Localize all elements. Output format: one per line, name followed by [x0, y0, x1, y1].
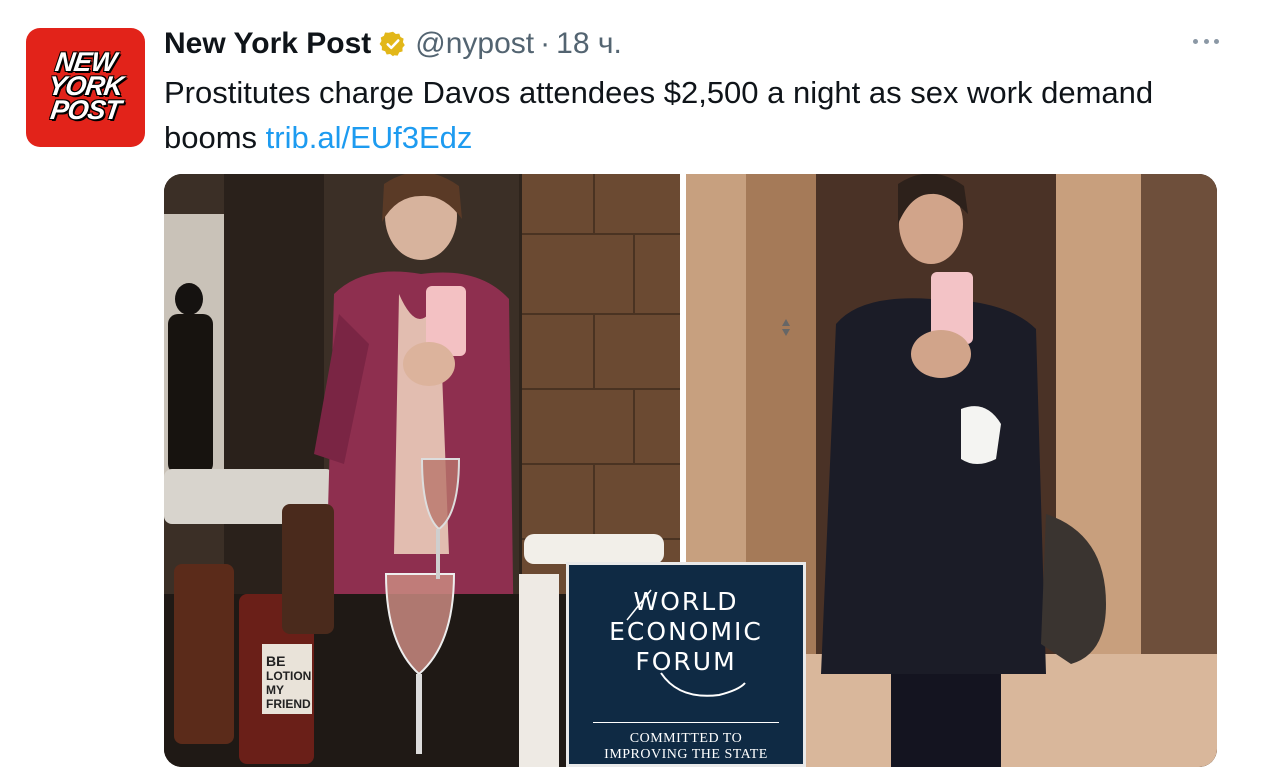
tweet-text: Prostitutes charge Davos attendees $2,50… [164, 70, 1224, 160]
more-dot [1193, 38, 1198, 44]
tweet-header: New York Post @nypost · 18 ч. [164, 24, 622, 64]
tweet-time[interactable]: 18 ч. [556, 27, 622, 61]
lotion-label-line-3: MY [266, 683, 284, 697]
lotion-label-line-4: FRIEND [266, 697, 311, 711]
wef-divider [593, 722, 779, 723]
wef-line-economic: ECONOMIC [609, 617, 763, 646]
wef-tagline-line-2: IMPROVING THE STATE [604, 747, 768, 762]
more-options-icon[interactable] [1193, 30, 1219, 52]
separator-dot: · [540, 27, 551, 60]
more-dot [1214, 38, 1219, 44]
avatar[interactable]: NEW YORK POST [26, 28, 145, 147]
avatar-logo-line-3: POST [48, 95, 123, 125]
tweet-media[interactable]: BE LOTION MY FRIEND WORLD ECONOMIC FORUM… [164, 174, 1217, 767]
wef-line-forum: FORUM [635, 647, 737, 676]
more-dot [1203, 38, 1209, 44]
wef-tagline-line-1: COMMITTED TO [629, 731, 743, 746]
tweet-link[interactable]: trib.al/EUf3Edz [266, 120, 473, 155]
lotion-label-line-1: BE [266, 653, 285, 669]
author-handle[interactable]: @nypost [415, 27, 534, 61]
author-name[interactable]: New York Post [164, 27, 371, 61]
lotion-label-line-2: LOTION [266, 669, 311, 683]
wef-logo: WORLD ECONOMIC FORUM COMMITTED TO IMPROV… [566, 562, 806, 767]
verified-badge-icon [379, 31, 406, 57]
wef-line-world: WORLD [633, 587, 739, 616]
